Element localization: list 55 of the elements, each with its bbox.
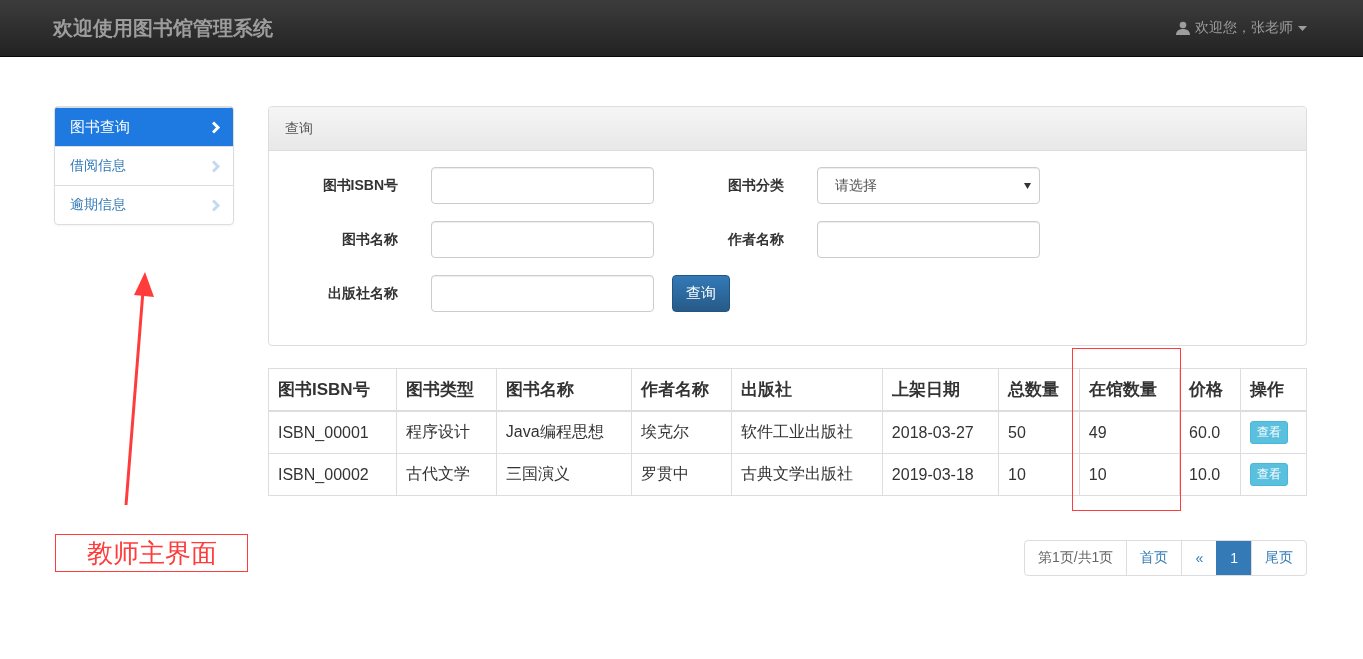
category-select[interactable]: 请选择 — [817, 167, 1040, 204]
column-header: 价格 — [1179, 368, 1241, 411]
page-link[interactable]: 尾页 — [1251, 541, 1306, 575]
table-cell: 程序设计 — [396, 411, 497, 454]
column-header: 图书类型 — [396, 368, 497, 411]
chevron-right-icon — [212, 159, 221, 173]
table-cell: Java编程思想 — [496, 411, 631, 454]
table-cell: 古典文学出版社 — [731, 453, 883, 496]
field-label: 出版社名称 — [327, 284, 399, 303]
table-cell: 60.0 — [1179, 411, 1241, 454]
caret-icon — [1298, 25, 1307, 31]
table-cell: ISBN_00001 — [268, 411, 397, 454]
input-field[interactable] — [431, 221, 654, 258]
user-menu[interactable]: 欢迎您，张老师 — [1176, 19, 1307, 37]
field-label: 图书名称 — [341, 230, 399, 249]
table-cell: 10 — [1079, 453, 1180, 496]
table-cell: 50 — [998, 411, 1080, 454]
column-header: 总数量 — [998, 368, 1080, 411]
page-link[interactable]: 首页 — [1126, 541, 1182, 575]
column-header: 图书名称 — [496, 368, 631, 411]
column-header: 操作 — [1240, 368, 1307, 411]
user-icon — [1176, 21, 1190, 35]
column-header: 上架日期 — [882, 368, 999, 411]
input-field[interactable] — [431, 167, 654, 204]
chevron-right-icon — [212, 120, 221, 134]
table-cell: 2018-03-27 — [882, 411, 999, 454]
app-title: 欢迎使用图书馆管理系统 — [53, 15, 273, 41]
input-field[interactable] — [817, 221, 1040, 258]
table-cell: 49 — [1079, 411, 1180, 454]
table-cell: 10.0 — [1179, 453, 1241, 496]
table-cell: 三国演义 — [496, 453, 631, 496]
search-button[interactable]: 查询 — [672, 275, 730, 312]
sidebar-item[interactable]: 借阅信息 — [55, 146, 233, 185]
chevron-right-icon — [212, 198, 221, 212]
caret-icon — [1024, 182, 1031, 189]
table-cell: 2019-03-18 — [882, 453, 999, 496]
table-cell: 软件工业出版社 — [731, 411, 883, 454]
annotation-caption: 教师主界面 — [55, 534, 248, 572]
table-cell: 罗贯中 — [631, 453, 732, 496]
table-cell: ISBN_00002 — [268, 453, 397, 496]
table-cell: 10 — [998, 453, 1080, 496]
field-label: 图书分类 — [727, 176, 785, 195]
table-cell: 埃克尔 — [631, 411, 732, 454]
page-link[interactable]: 1 — [1216, 541, 1251, 575]
field-label: 图书ISBN号 — [321, 176, 399, 195]
column-header: 作者名称 — [631, 368, 732, 411]
panel-title: 查询 — [269, 107, 1306, 151]
field-label: 作者名称 — [726, 230, 785, 249]
table-cell: 古代文学 — [396, 453, 497, 496]
column-header: 出版社 — [731, 368, 883, 411]
sidebar-item[interactable]: 逾期信息 — [55, 185, 233, 224]
sidebar-item[interactable]: 图书查询 — [55, 107, 233, 146]
page-info: 第1页/共1页 — [1036, 548, 1115, 567]
input-field[interactable] — [431, 275, 654, 312]
column-header: 图书ISBN号 — [268, 368, 397, 411]
